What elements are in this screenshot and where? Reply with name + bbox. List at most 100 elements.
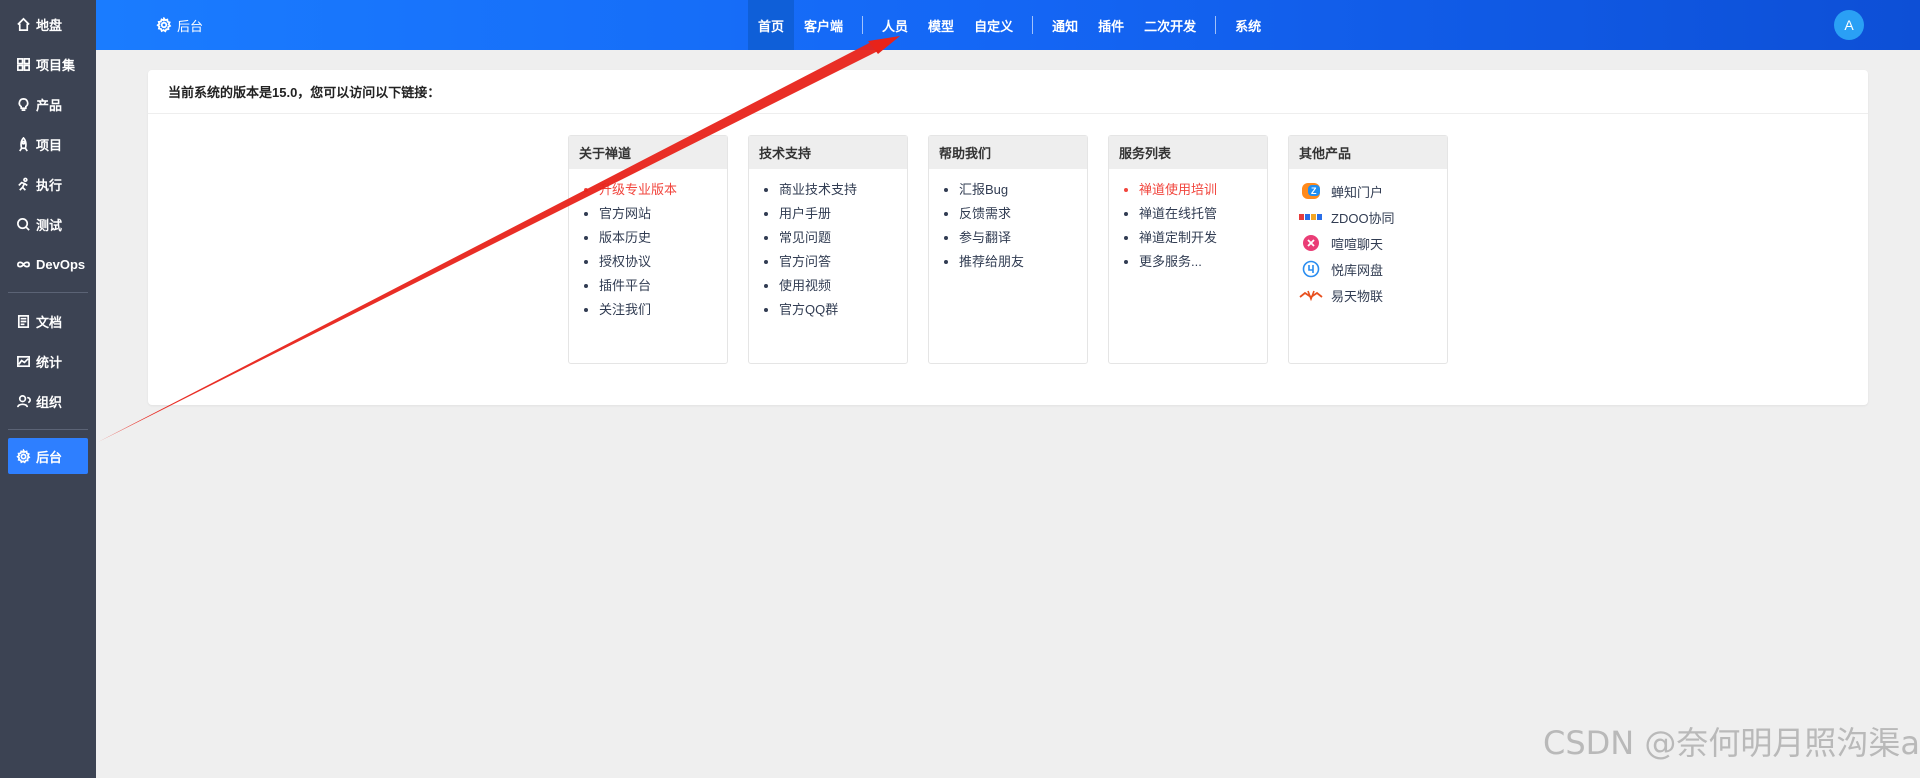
- sidebar-divider: [8, 429, 88, 430]
- product-yitian[interactable]: 易天物联: [1299, 282, 1447, 308]
- link-official-site[interactable]: 官方网站: [599, 202, 727, 226]
- run-icon: [14, 175, 32, 193]
- sidebar-item-doc[interactable]: 文档: [0, 301, 96, 341]
- sidebar-item-company[interactable]: 组织: [0, 381, 96, 421]
- link-translate[interactable]: 参与翻译: [959, 226, 1087, 250]
- nav-divider: [862, 16, 864, 34]
- product-label: 喧喧聊天: [1331, 236, 1384, 252]
- sidebar-item-label: 后台: [36, 449, 63, 465]
- sidebar-item-report[interactable]: 统计: [0, 341, 96, 381]
- sidebar-item-label: 测试: [36, 217, 63, 233]
- product-label: 蝉知门户: [1331, 184, 1384, 200]
- link-faq[interactable]: 常见问题: [779, 226, 907, 250]
- link-feedback[interactable]: 反馈需求: [959, 202, 1087, 226]
- sidebar-item-label: 组织: [36, 394, 63, 410]
- sidebar-item-program[interactable]: 项目集: [0, 44, 96, 84]
- card-title: 其他产品: [1289, 136, 1447, 169]
- link-changelog[interactable]: 版本历史: [599, 226, 727, 250]
- sidebar-item-label: 产品: [36, 97, 63, 113]
- sidebar: 地盘 项目集 产品 项目 执行 测试 DevOps 文档 统计 组织 后台: [0, 0, 96, 778]
- link-manual[interactable]: 用户手册: [779, 202, 907, 226]
- link-upgrade-pro[interactable]: 升级专业版本: [599, 178, 727, 202]
- nav-message[interactable]: 通知: [1042, 0, 1088, 50]
- sidebar-item-label: 地盘: [36, 17, 63, 33]
- link-license[interactable]: 授权协议: [599, 250, 727, 274]
- yitian-logo-icon: [1299, 286, 1323, 304]
- link-recommend[interactable]: 推荐给朋友: [959, 250, 1087, 274]
- chart-icon: [14, 352, 32, 370]
- chanzhi-logo-icon: Z: [1299, 182, 1323, 200]
- nav-divider: [1215, 16, 1217, 34]
- app-title-label: 后台: [177, 18, 204, 34]
- sidebar-item-devops[interactable]: DevOps: [0, 244, 96, 284]
- link-videos[interactable]: 使用视频: [779, 274, 907, 298]
- lightbulb-icon: [14, 95, 32, 113]
- link-qa[interactable]: 官方问答: [779, 250, 907, 274]
- card-title: 帮助我们: [929, 136, 1087, 169]
- link-hosting[interactable]: 禅道在线托管: [1139, 202, 1267, 226]
- nav-dev[interactable]: 二次开发: [1134, 0, 1206, 50]
- link-report-bug[interactable]: 汇报Bug: [959, 178, 1087, 202]
- link-more-services[interactable]: 更多服务...: [1139, 250, 1267, 274]
- product-label: 悦库网盘: [1331, 262, 1384, 278]
- sidebar-item-qa[interactable]: 测试: [0, 204, 96, 244]
- sidebar-item-label: 执行: [36, 177, 63, 193]
- sidebar-item-label: 统计: [36, 354, 63, 370]
- sidebar-item-project[interactable]: 项目: [0, 124, 96, 164]
- link-follow-us[interactable]: 关注我们: [599, 298, 727, 322]
- nav-user[interactable]: 人员: [872, 0, 918, 50]
- link-custom-dev[interactable]: 禅道定制开发: [1139, 226, 1267, 250]
- infinity-icon: [14, 255, 32, 273]
- main-nav: 首页 客户端 人员 模型 自定义 通知 插件 二次开发 系统: [748, 0, 1271, 50]
- card-help-us: 帮助我们 汇报Bug 反馈需求 参与翻译 推荐给朋友: [928, 135, 1088, 364]
- sidebar-item-product[interactable]: 产品: [0, 84, 96, 124]
- sidebar-item-admin[interactable]: 后台: [8, 438, 88, 474]
- link-business-support[interactable]: 商业技术支持: [779, 178, 907, 202]
- nav-system[interactable]: 系统: [1225, 0, 1271, 50]
- product-label: 易天物联: [1331, 288, 1384, 304]
- link-qq-group[interactable]: 官方QQ群: [779, 298, 907, 322]
- card-title: 技术支持: [749, 136, 907, 169]
- product-yueku[interactable]: 悦库网盘: [1299, 256, 1447, 282]
- product-xuanxuan[interactable]: 喧喧聊天: [1299, 230, 1447, 256]
- product-chanzhi[interactable]: Z 蝉知门户: [1299, 178, 1447, 204]
- watermark: CSDN @奈何明月照沟渠a: [1542, 724, 1920, 762]
- card-other-products: 其他产品 Z 蝉知门户 ZDOO协同 喧喧聊天 悦库网盘 易天物联: [1288, 135, 1448, 364]
- people-icon: [14, 392, 32, 410]
- gear-icon: [156, 17, 172, 33]
- link-plugin-platform[interactable]: 插件平台: [599, 274, 727, 298]
- card-title: 关于禅道: [569, 136, 727, 169]
- product-zdoo[interactable]: ZDOO协同: [1299, 204, 1447, 230]
- panel-heading: 当前系统的版本是15.0，您可以访问以下链接：: [148, 70, 1868, 114]
- link-training[interactable]: 禅道使用培训: [1139, 178, 1267, 202]
- sidebar-item-label: 文档: [36, 314, 63, 330]
- sidebar-item-label: 项目集: [36, 57, 76, 73]
- app-title: 后台: [156, 0, 203, 50]
- nav-divider: [1032, 16, 1034, 34]
- grid-icon: [14, 55, 32, 73]
- svg-text:Z: Z: [1311, 186, 1317, 196]
- nav-client[interactable]: 客户端: [794, 0, 853, 50]
- sidebar-divider: [8, 292, 88, 293]
- card-title: 服务列表: [1109, 136, 1267, 169]
- sidebar-item-dashboard[interactable]: 地盘: [0, 4, 96, 44]
- sidebar-item-label: 项目: [36, 137, 63, 153]
- sidebar-item-label: DevOps: [36, 256, 86, 272]
- doc-icon: [14, 312, 32, 330]
- sidebar-item-execution[interactable]: 执行: [0, 164, 96, 204]
- home-icon: [14, 15, 32, 33]
- nav-model[interactable]: 模型: [918, 0, 964, 50]
- product-label: ZDOO协同: [1331, 210, 1395, 226]
- avatar[interactable]: A: [1834, 10, 1864, 40]
- nav-extension[interactable]: 插件: [1088, 0, 1134, 50]
- nav-home[interactable]: 首页: [748, 0, 795, 50]
- top-header: 后台 首页 客户端 人员 模型 自定义 通知 插件 二次开发 系统 A: [96, 0, 1920, 50]
- link-cards: 关于禅道 升级专业版本 官方网站 版本历史 授权协议 插件平台 关注我们 技术支…: [568, 135, 1468, 364]
- zdoo-logo-icon: [1299, 208, 1323, 226]
- nav-custom[interactable]: 自定义: [964, 0, 1023, 50]
- card-services: 服务列表 禅道使用培训 禅道在线托管 禅道定制开发 更多服务...: [1108, 135, 1268, 364]
- card-support: 技术支持 商业技术支持 用户手册 常见问题 官方问答 使用视频 官方QQ群: [748, 135, 908, 364]
- xuanxuan-logo-icon: [1299, 234, 1323, 252]
- yueku-logo-icon: [1299, 260, 1323, 278]
- magnify-icon: [14, 215, 32, 233]
